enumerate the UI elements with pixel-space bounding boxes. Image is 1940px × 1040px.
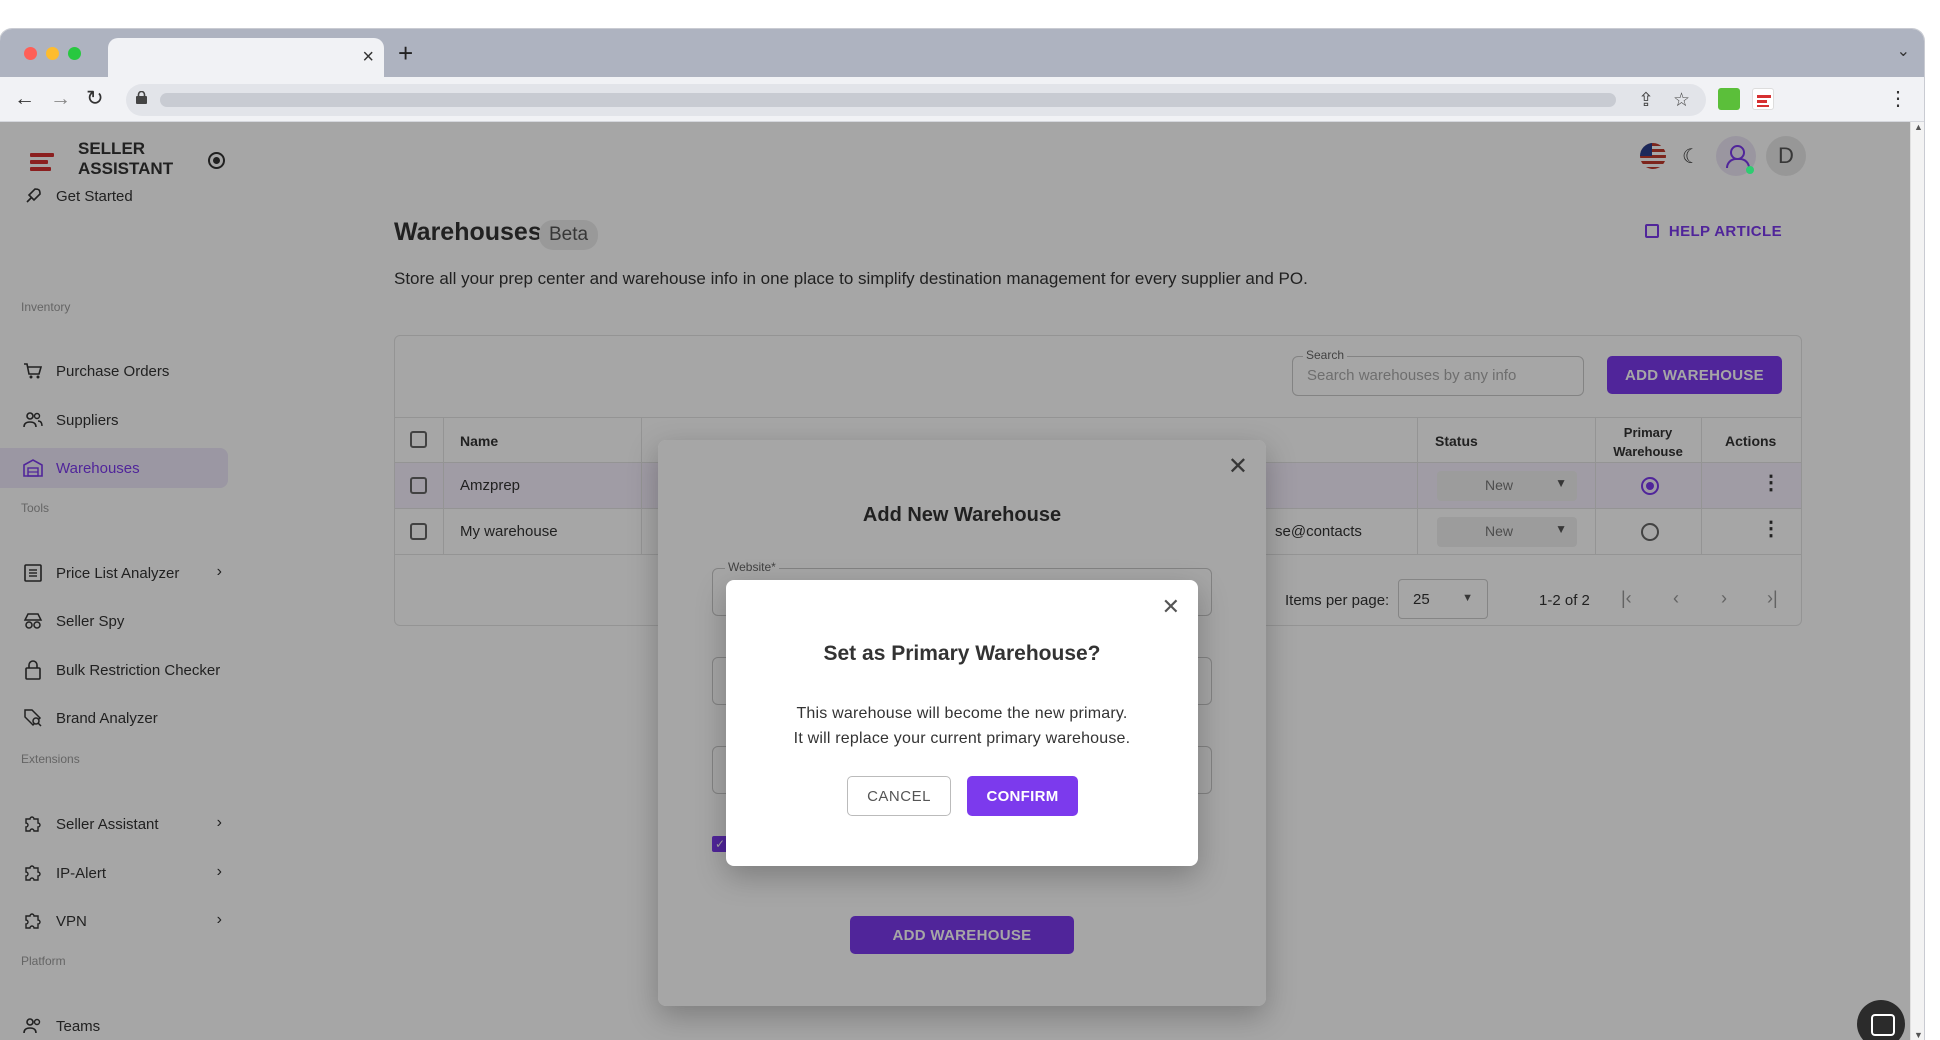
back-icon[interactable]: ← (14, 86, 35, 112)
browser-toolbar: ← → ↻ ⇪ ☆ ⋮ (0, 77, 1924, 122)
new-tab-button[interactable]: + (398, 38, 413, 68)
url-text (160, 93, 1616, 107)
window-controls (24, 47, 81, 60)
scrollbar[interactable]: ▲ ▼ (1910, 122, 1924, 1040)
confirm-message: This warehouse will become the new prima… (726, 701, 1198, 751)
extension-icon[interactable] (1718, 88, 1740, 110)
confirm-button[interactable]: CONFIRM (967, 776, 1078, 816)
browser-tab[interactable]: × (108, 38, 384, 77)
tab-bar: × + ⌄ (0, 29, 1924, 77)
scroll-down-icon[interactable]: ▼ (1914, 1030, 1923, 1040)
browser-menu-icon[interactable]: ⋮ (1888, 87, 1908, 111)
share-icon[interactable]: ⇪ (1638, 89, 1654, 112)
forward-icon[interactable]: → (50, 86, 71, 112)
app: SELLER ASSISTANT Get Started Inventory P… (0, 122, 1924, 1040)
online-status-dot (1746, 166, 1754, 174)
reload-icon[interactable]: ↻ (86, 86, 104, 112)
confirm-message-line: This warehouse will become the new prima… (796, 705, 1128, 722)
close-icon[interactable]: ✕ (1162, 594, 1180, 620)
address-bar[interactable]: ⇪ ☆ (126, 84, 1706, 116)
confirm-title: Set as Primary Warehouse? (823, 642, 1101, 665)
minimize-window-button[interactable] (46, 47, 59, 60)
seller-assistant-extension-icon[interactable] (1752, 88, 1774, 110)
tab-search-icon[interactable]: ⌄ (1897, 41, 1910, 61)
scroll-up-icon[interactable]: ▲ (1914, 122, 1923, 132)
cancel-button[interactable]: CANCEL (847, 776, 951, 816)
tab-close-icon[interactable]: × (362, 45, 374, 69)
close-window-button[interactable] (24, 47, 37, 60)
bookmark-star-icon[interactable]: ☆ (1673, 89, 1690, 112)
lock-icon (136, 91, 147, 104)
confirm-primary-modal: ✕ Set as Primary Warehouse? This warehou… (726, 580, 1198, 866)
chat-icon[interactable] (1857, 1000, 1905, 1040)
maximize-window-button[interactable] (68, 47, 81, 60)
confirm-message-line: It will replace your current primary war… (793, 730, 1131, 747)
browser-window: × + ⌄ ← → ↻ ⇪ ☆ ⋮ SELLER ASSISTANT Get S… (0, 29, 1924, 1040)
